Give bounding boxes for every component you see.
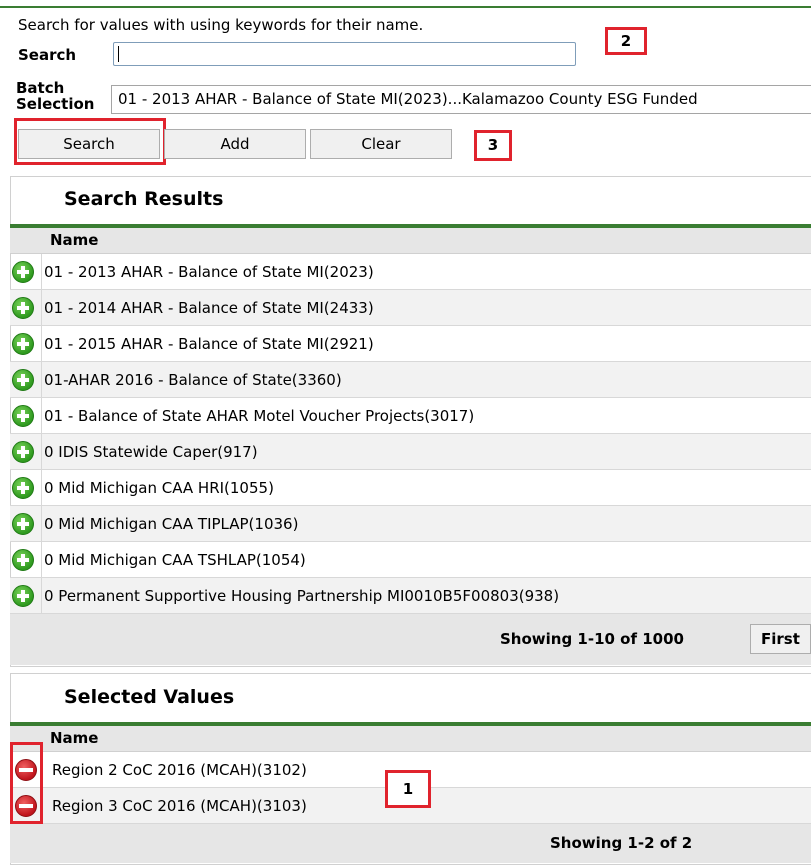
selected-values-header: Name xyxy=(10,726,811,752)
selected-values-title: Selected Values xyxy=(64,686,235,708)
result-row: 01 - 2014 AHAR - Balance of State MI(243… xyxy=(10,290,811,326)
remove-icons-highlight xyxy=(10,742,43,824)
add-row-plus-icon[interactable] xyxy=(12,405,34,427)
add-row-plus-icon[interactable] xyxy=(12,585,34,607)
callout-2: 2 xyxy=(605,27,647,55)
add-row-plus-icon[interactable] xyxy=(12,369,34,391)
add-row-plus-icon[interactable] xyxy=(12,513,34,535)
result-name: 01-AHAR 2016 - Balance of State(3360) xyxy=(44,371,342,389)
batch-label-line1: Batch xyxy=(16,79,65,97)
add-row-plus-icon[interactable] xyxy=(12,297,34,319)
batch-selection-field[interactable]: 01 - 2013 AHAR - Balance of State MI(202… xyxy=(111,85,811,114)
batch-selection-label: Batch Selection xyxy=(16,80,94,112)
result-name: 0 Mid Michigan CAA HRI(1055) xyxy=(44,479,274,497)
result-name: 0 Mid Michigan CAA TIPLAP(1036) xyxy=(44,515,299,533)
result-name: 0 IDIS Statewide Caper(917) xyxy=(44,443,258,461)
text-cursor xyxy=(118,46,119,62)
callout-3: 3 xyxy=(474,130,512,161)
selected-values-footer: Showing 1-2 of 2 xyxy=(10,824,811,863)
top-divider xyxy=(0,6,811,8)
search-button-highlight xyxy=(14,118,166,165)
result-row: 0 Mid Michigan CAA TSHLAP(1054) xyxy=(10,542,811,578)
first-page-button[interactable]: First xyxy=(750,624,811,654)
search-instructions: Search for values with using keywords fo… xyxy=(18,16,424,34)
add-row-plus-icon[interactable] xyxy=(12,441,34,463)
add-button[interactable]: Add xyxy=(164,129,306,159)
result-row: 0 Permanent Supportive Housing Partnersh… xyxy=(10,578,811,614)
add-row-plus-icon[interactable] xyxy=(12,477,34,499)
search-results-footer: Showing 1-10 of 1000 First xyxy=(10,614,811,665)
result-name: 01 - 2015 AHAR - Balance of State MI(292… xyxy=(44,335,374,353)
result-row: 01-AHAR 2016 - Balance of State(3360) xyxy=(10,362,811,398)
result-row: 0 Mid Michigan CAA HRI(1055) xyxy=(10,470,811,506)
result-name: 01 - 2013 AHAR - Balance of State MI(202… xyxy=(44,263,374,281)
result-name: 01 - 2014 AHAR - Balance of State MI(243… xyxy=(44,299,374,317)
result-row: 01 - 2013 AHAR - Balance of State MI(202… xyxy=(10,254,811,290)
search-label: Search xyxy=(18,46,77,64)
search-results-header: Name xyxy=(10,228,811,254)
selected-name: Region 2 CoC 2016 (MCAH)(3102) xyxy=(52,761,307,779)
add-row-plus-icon[interactable] xyxy=(12,261,34,283)
clear-button[interactable]: Clear xyxy=(310,129,452,159)
search-results-title: Search Results xyxy=(64,188,224,210)
name-column-header: Name xyxy=(50,231,99,249)
batch-label-line2: Selection xyxy=(16,95,95,113)
selected-count: Showing 1-2 of 2 xyxy=(550,834,693,852)
callout-1: 1 xyxy=(385,770,431,808)
result-row: 0 Mid Michigan CAA TIPLAP(1036) xyxy=(10,506,811,542)
result-row: 0 IDIS Statewide Caper(917) xyxy=(10,434,811,470)
result-name: 0 Mid Michigan CAA TSHLAP(1054) xyxy=(44,551,306,569)
result-name: 0 Permanent Supportive Housing Partnersh… xyxy=(44,587,560,605)
results-count: Showing 1-10 of 1000 xyxy=(500,630,684,648)
result-row: 01 - 2015 AHAR - Balance of State MI(292… xyxy=(10,326,811,362)
name-column-header: Name xyxy=(50,729,99,747)
search-input[interactable] xyxy=(113,42,576,66)
result-name: 01 - Balance of State AHAR Motel Voucher… xyxy=(44,407,475,425)
result-row: 01 - Balance of State AHAR Motel Voucher… xyxy=(10,398,811,434)
add-row-plus-icon[interactable] xyxy=(12,549,34,571)
selected-name: Region 3 CoC 2016 (MCAH)(3103) xyxy=(52,797,307,815)
add-row-plus-icon[interactable] xyxy=(12,333,34,355)
